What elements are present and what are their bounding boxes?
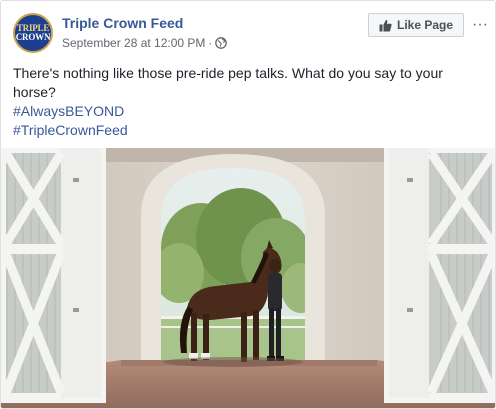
meta-separator: · xyxy=(208,36,213,50)
hashtag-link-triplecrownfeed[interactable]: #TripleCrownFeed xyxy=(13,121,128,140)
page-name-link[interactable]: Triple Crown Feed xyxy=(62,15,183,31)
page-avatar[interactable]: TRIPLE CROWN xyxy=(13,13,53,53)
thumbs-up-icon xyxy=(379,19,392,31)
avatar-logo-line-2: CROWN xyxy=(15,32,51,42)
facebook-post: TRIPLE CROWN Triple Crown Feed September… xyxy=(0,0,496,409)
like-page-button[interactable]: Like Page xyxy=(368,13,464,37)
post-timestamp[interactable]: September 28 at 12:00 PM xyxy=(62,36,205,50)
post-photo[interactable] xyxy=(1,148,495,408)
horse-barn-photo xyxy=(1,148,495,408)
globe-icon[interactable] xyxy=(215,37,228,49)
hashtag-link-alwaysbeyond[interactable]: #AlwaysBEYOND xyxy=(13,102,124,121)
post-message: There's nothing like those pre-ride pep … xyxy=(13,65,443,100)
like-page-label: Like Page xyxy=(396,18,454,32)
more-options-button[interactable]: ··· xyxy=(471,13,489,37)
post-meta: September 28 at 12:00 PM · xyxy=(62,36,228,50)
